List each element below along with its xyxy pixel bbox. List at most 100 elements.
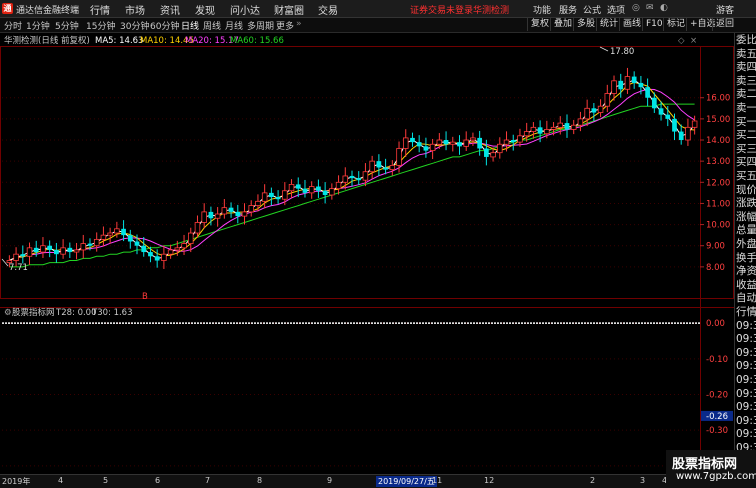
menu-item-trade[interactable]: 交易 xyxy=(318,2,338,17)
draw-line-button[interactable]: 画线 xyxy=(619,18,644,31)
indicator-gear-icon[interactable]: ⚙ xyxy=(4,308,12,318)
tab-30min[interactable]: 30分钟 xyxy=(120,19,149,32)
candle-body-down xyxy=(477,137,483,149)
quote-panel-label: 净资 xyxy=(736,265,756,278)
menu-item-discover[interactable]: 发现 xyxy=(195,2,215,17)
menu-function[interactable]: 功能 xyxy=(533,3,551,16)
candle-body-down xyxy=(208,211,214,219)
diamond-icon[interactable]: ◇ xyxy=(678,36,685,46)
date-label: 5 xyxy=(103,476,109,485)
back-button[interactable]: 返回 xyxy=(712,18,737,31)
candle-body-up xyxy=(167,249,174,255)
kline-chart[interactable]: 16.00 15.00 14.00 13.00 12.00 11.00 10.00 9.00 8… xyxy=(0,33,734,474)
candle-body-up xyxy=(342,175,349,183)
quote-panel-label: 09:30 xyxy=(736,333,756,346)
tab-15min[interactable]: 15分钟 xyxy=(86,19,115,32)
candle-body-up xyxy=(194,222,201,234)
close-icon[interactable]: × xyxy=(690,36,697,46)
indicator-tick-label: -0.20 xyxy=(706,391,728,401)
candle-body-up xyxy=(188,232,194,245)
date-axis: 2019年 4 5 6 7 8 9 2019/09/27/五 11 12 2 3… xyxy=(0,474,756,488)
multi-stock-button[interactable]: 多股 xyxy=(573,18,598,31)
indicator-tick-label: -0.10 xyxy=(706,355,728,365)
tab-multi-period[interactable]: 多周期 xyxy=(247,19,274,32)
candle-body-down xyxy=(678,131,684,141)
tab-monthly[interactable]: 月线 xyxy=(225,19,243,32)
quote-panel-label: 现价 xyxy=(736,183,756,196)
candle-body-up xyxy=(181,243,187,249)
candle-body-up xyxy=(691,120,698,128)
user-label[interactable]: 游客 xyxy=(716,3,734,16)
menu-service[interactable]: 服务 xyxy=(559,3,577,16)
candle-body-up xyxy=(174,247,181,251)
candle-body-up xyxy=(604,93,611,107)
high-price-pointer xyxy=(599,46,609,52)
candle-body-up xyxy=(93,238,100,247)
quote-panel-label: 09:30 xyxy=(736,346,756,359)
tab-5min[interactable]: 5分钟 xyxy=(55,19,79,32)
adjust-button[interactable]: 复权 xyxy=(527,18,552,31)
candle-body-up xyxy=(40,245,46,253)
tab-more[interactable]: 更多 xyxy=(276,19,294,32)
menu-item-wealth[interactable]: 财富圈 xyxy=(274,2,304,17)
candle-body-up xyxy=(369,160,375,173)
message-icon[interactable]: ✉ xyxy=(646,3,654,13)
candle-body-down xyxy=(141,245,147,253)
low-price-label: 7.71 xyxy=(9,263,28,273)
candle-body-up xyxy=(685,126,691,141)
user-icon[interactable]: ◎ xyxy=(632,3,640,13)
quote-panel-label: 买五 xyxy=(736,170,756,182)
tab-daily[interactable]: 日线 xyxy=(181,19,199,32)
candle-body-up xyxy=(584,107,590,120)
candle-body-up xyxy=(221,207,228,215)
tab-weekly[interactable]: 周线 xyxy=(203,19,221,32)
candle-body-up xyxy=(523,131,530,137)
stats-button[interactable]: 统计 xyxy=(596,18,621,31)
quote-panel-label: 卖五 xyxy=(736,47,756,60)
legend-ma60: MA60: 15.66 xyxy=(230,36,284,46)
login-warning[interactable]: 证券交易未登录 xyxy=(410,3,473,16)
candle-body-down xyxy=(295,184,301,189)
candle-body-down xyxy=(54,249,59,255)
more-chevron-icon[interactable]: » xyxy=(296,19,302,29)
candle-body-up xyxy=(450,141,456,145)
candle-body-up xyxy=(288,184,295,192)
skin-icon[interactable]: ◐ xyxy=(660,3,668,13)
menu-formula[interactable]: 公式 xyxy=(583,3,601,16)
candle-body-down xyxy=(134,241,140,246)
tab-1min[interactable]: 1分钟 xyxy=(26,19,50,32)
candle-body-up xyxy=(261,192,268,202)
candle-body-up xyxy=(214,213,221,219)
candle-body-up xyxy=(470,137,476,141)
watermark-title: 股票指标网 xyxy=(672,457,738,472)
quote-panel-label: 收益 xyxy=(736,278,756,291)
menu-item-ask[interactable]: 问小达 xyxy=(230,2,260,17)
quote-panel-label: 自动 xyxy=(736,292,756,305)
candle-body-down xyxy=(416,142,422,147)
candle-body-up xyxy=(557,122,564,128)
candle-body-up xyxy=(248,205,254,213)
date-label: 3 xyxy=(640,476,646,485)
date-label: 9 xyxy=(327,476,333,485)
quote-panel-label: 09:30 xyxy=(736,319,756,332)
candle-body-up xyxy=(201,211,207,223)
date-label: 2019年 xyxy=(2,477,31,486)
menu-item-quotes[interactable]: 行情 xyxy=(90,2,110,17)
candle-body-up xyxy=(550,126,557,130)
candle-body-down xyxy=(658,108,664,115)
tab-60min[interactable]: 60分钟 xyxy=(150,19,179,32)
menu-item-news[interactable]: 资讯 xyxy=(160,2,180,17)
quote-panel-label: 换手 xyxy=(736,251,756,264)
quote-panel-label: 09:30 xyxy=(736,360,756,373)
price-axis: 16.00 15.00 14.00 13.00 12.00 11.00 10.00 9.00 8… xyxy=(700,94,730,273)
candle-body-up xyxy=(503,139,510,145)
overlay-button[interactable]: 叠加 xyxy=(550,18,575,31)
mark-button[interactable]: 标记 xyxy=(663,18,688,31)
quote-panel-label: 09:30 xyxy=(736,428,756,441)
menu-options[interactable]: 选项 xyxy=(607,3,625,16)
high-price-label: 17.80 xyxy=(610,47,634,57)
menu-item-market[interactable]: 市场 xyxy=(125,2,145,17)
candle-body-down xyxy=(591,108,597,113)
quote-panel-label: 卖四 xyxy=(736,61,756,74)
tab-minute[interactable]: 分时 xyxy=(4,19,22,32)
